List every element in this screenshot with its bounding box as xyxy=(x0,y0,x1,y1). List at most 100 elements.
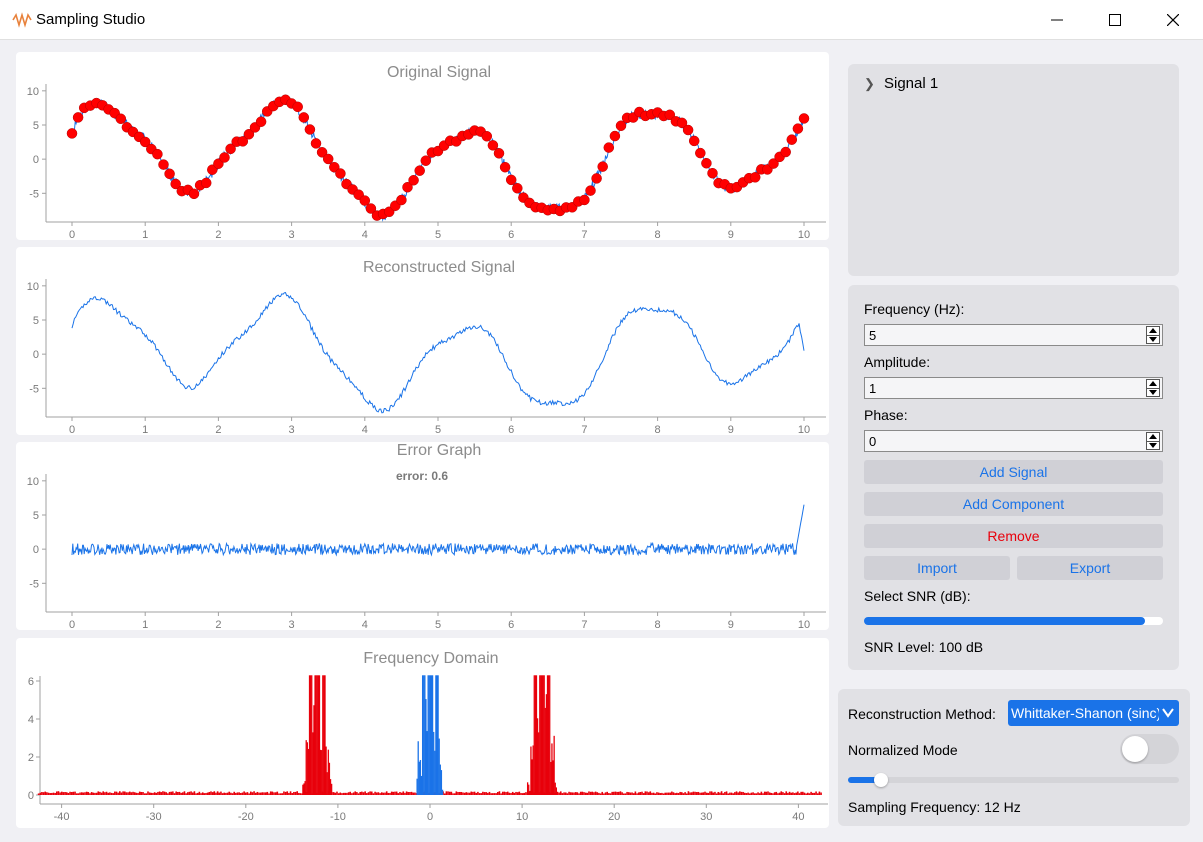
original-signal-line xyxy=(71,96,805,222)
y-tick-label: 0 xyxy=(33,154,39,166)
x-tick-label: 10 xyxy=(798,619,810,630)
x-tick-label: 4 xyxy=(362,229,368,240)
y-tick-label: 0 xyxy=(33,544,39,556)
sample-point xyxy=(414,165,425,176)
frequency-domain-chart: Frequency Domain -40 -30 -20 -10 0 10 20 30 4064… xyxy=(28,650,828,823)
export-button[interactable]: Export xyxy=(1017,556,1163,580)
sample-point xyxy=(158,159,169,170)
x-tick-label: 2 xyxy=(215,619,221,630)
y-tick-label: 6 xyxy=(28,676,34,688)
reconstructed-signal-plot[interactable]: Reconstructed Signal 0 1 2 3 4 5 6 7 8 9 10 10 5 0 -5 xyxy=(16,247,829,435)
phase-spinbox[interactable]: 0 xyxy=(864,430,1163,452)
x-tick-label: 2 xyxy=(215,229,221,240)
signal-controls-panel: Frequency (Hz): 5 Amplitude: 1 Phase: 0 … xyxy=(848,285,1179,670)
normalized-mode-toggle[interactable] xyxy=(1120,734,1179,764)
sample-point xyxy=(512,182,523,194)
frequency-spinbox[interactable]: 5 xyxy=(864,324,1163,346)
sample-point xyxy=(72,112,84,123)
sample-point xyxy=(152,148,163,160)
method-value: Whittaker-Shanon (sinc) xyxy=(1011,705,1159,721)
frequency-domain-plot[interactable]: Frequency Domain -40 -30 -20 -10 0 10 20 30 40 6 4… xyxy=(16,638,829,828)
method-dropdown[interactable]: Whittaker-Shanon (sinc) xyxy=(1008,700,1179,726)
x-tick-label: 9 xyxy=(728,619,734,630)
reconstruction-panel: Reconstruction Method: Whittaker-Shanon … xyxy=(838,689,1190,826)
sample-point xyxy=(798,113,810,124)
sampling-frequency-slider[interactable] xyxy=(848,773,1179,787)
x-tick-label: 2 xyxy=(215,424,221,435)
maximize-button[interactable] xyxy=(1086,0,1144,40)
sample-point xyxy=(66,128,78,139)
toggle-knob xyxy=(1122,736,1148,762)
snr-label: Select SNR (dB): xyxy=(864,588,971,604)
close-button[interactable] xyxy=(1144,0,1202,40)
original-signal-plot[interactable]: Original Signal 0 1 2 3 4 5 6 7 8 9 10 10 5 0 -5 xyxy=(16,52,829,240)
x-tick-label: 8 xyxy=(655,424,661,435)
amplitude-value: 1 xyxy=(869,381,877,396)
sample-point xyxy=(408,174,419,186)
sample-point xyxy=(396,194,407,206)
x-tick-label: 7 xyxy=(581,229,587,240)
y-tick-label: -5 xyxy=(29,383,39,395)
x-tick-label: 10 xyxy=(516,811,528,823)
y-tick-label: 5 xyxy=(33,120,39,132)
sample-point xyxy=(786,134,798,145)
error-line xyxy=(71,504,805,557)
y-tick-label: 0 xyxy=(33,349,39,361)
sample-point xyxy=(481,131,493,142)
sample-point xyxy=(682,124,694,136)
import-button[interactable]: Import xyxy=(864,556,1010,580)
chevron-right-icon[interactable]: ❯ xyxy=(864,76,875,92)
sample-point xyxy=(603,142,615,153)
sample-point xyxy=(609,130,621,142)
sample-point xyxy=(304,124,316,135)
maximize-icon xyxy=(1109,14,1121,26)
sample-point xyxy=(115,113,127,125)
sampling-slider-handle[interactable] xyxy=(874,773,889,787)
error-graph-plot[interactable]: Error Graph error: 0.6 0 1 2 3 4 5 6 7 8 9 10 10 5 0 -… xyxy=(16,442,829,630)
snr-slider[interactable] xyxy=(864,617,1163,625)
error-graph-chart: Error Graph error: 0.6 0 1 2 3 4 5 6 7 8 9 10 10 5 0 -… xyxy=(27,442,826,630)
x-tick-label: -20 xyxy=(238,811,254,823)
minimize-button[interactable] xyxy=(1028,0,1086,40)
sampling-frequency-text: Sampling Frequency: 12 Hz xyxy=(848,799,1021,815)
x-tick-label: 3 xyxy=(289,619,295,630)
add-component-button[interactable]: Add Component xyxy=(864,492,1163,516)
reconstructed-signal-line xyxy=(71,292,805,414)
sample-point xyxy=(579,194,590,206)
y-tick-label: 2 xyxy=(28,752,34,764)
signals-tree-panel: ❯ Signal 1 xyxy=(848,64,1179,276)
x-tick-label: 1 xyxy=(142,424,148,435)
spin-arrows-icon[interactable] xyxy=(1146,432,1160,450)
sample-point xyxy=(322,153,334,165)
sample-point xyxy=(585,185,596,196)
signal-line xyxy=(71,96,805,222)
frequency-label: Frequency (Hz): xyxy=(864,301,965,317)
remove-button[interactable]: Remove xyxy=(864,524,1163,548)
amplitude-label: Amplitude: xyxy=(864,354,931,370)
x-tick-label: -10 xyxy=(330,811,346,823)
x-tick-label: 6 xyxy=(508,619,514,630)
y-tick-label: 0 xyxy=(28,790,34,802)
y-tick-label: 4 xyxy=(28,714,34,726)
signal-line xyxy=(71,292,805,414)
x-tick-label: 3 xyxy=(289,229,295,240)
tree-item-signal-1[interactable]: Signal 1 xyxy=(884,75,938,92)
spin-arrows-icon[interactable] xyxy=(1146,326,1160,344)
x-tick-label: 5 xyxy=(435,229,441,240)
sample-point xyxy=(420,155,432,166)
y-tick-label: -5 xyxy=(29,188,39,200)
add-signal-button[interactable]: Add Signal xyxy=(864,460,1163,484)
sample-point xyxy=(499,161,511,173)
x-tick-label: 6 xyxy=(508,229,514,240)
x-tick-label: 8 xyxy=(655,619,661,630)
amplitude-spinbox[interactable]: 1 xyxy=(864,377,1163,399)
x-tick-label: 3 xyxy=(289,424,295,435)
error-annotation: error: 0.6 xyxy=(396,469,448,483)
waveform-icon xyxy=(12,12,32,28)
sample-point xyxy=(310,138,322,149)
x-tick-label: 0 xyxy=(69,229,75,240)
sample-point xyxy=(597,161,608,172)
spin-arrows-icon[interactable] xyxy=(1146,379,1160,397)
x-tick-label: 4 xyxy=(362,619,368,630)
chevron-down-icon xyxy=(1162,708,1174,718)
